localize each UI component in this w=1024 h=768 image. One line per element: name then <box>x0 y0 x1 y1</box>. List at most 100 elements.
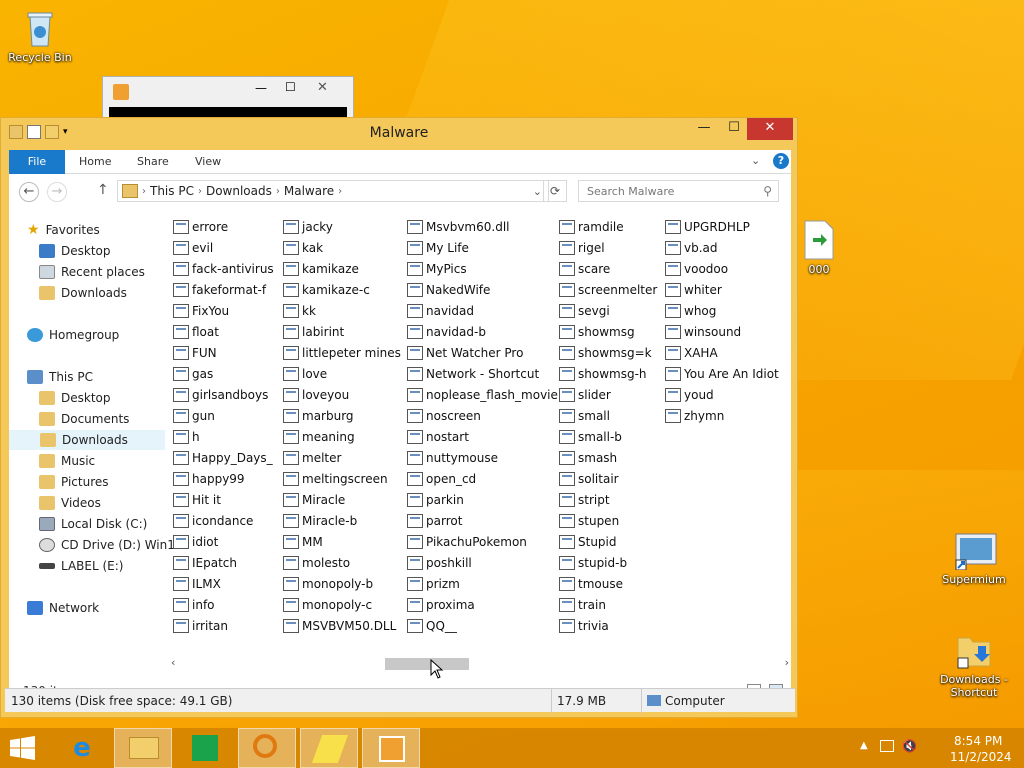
file-item[interactable]: vb.ad <box>665 237 779 258</box>
maximize-button[interactable]: ☐ <box>719 118 749 140</box>
file-item[interactable]: marburg <box>283 405 401 426</box>
nav-documents[interactable]: Documents <box>39 409 129 429</box>
nav-music[interactable]: Music <box>39 451 95 471</box>
file-item[interactable]: train <box>559 594 657 615</box>
file-item[interactable]: parrot <box>407 510 558 531</box>
file-item[interactable]: voodoo <box>665 258 779 279</box>
nav-downloads[interactable]: Downloads <box>39 283 127 303</box>
file-item[interactable]: QQ__ <box>407 615 558 636</box>
file-item[interactable]: evil <box>173 237 274 258</box>
file-item[interactable]: fakeformat-f <box>173 279 274 300</box>
show-hidden-icons-chevron[interactable]: ▲ <box>860 740 868 751</box>
file-item[interactable]: prizm <box>407 573 558 594</box>
taskbar-magnifier[interactable] <box>238 728 296 768</box>
file-item[interactable]: UPGRDHLP <box>665 216 779 237</box>
file-item[interactable]: small <box>559 405 657 426</box>
file-item[interactable]: whiter <box>665 279 779 300</box>
file-item[interactable]: open_cd <box>407 468 558 489</box>
file-item[interactable]: MM <box>283 531 401 552</box>
volume-muted-icon[interactable]: 🔇 <box>902 739 917 753</box>
file-item[interactable]: melter <box>283 447 401 468</box>
tab-home[interactable]: Home <box>67 150 123 174</box>
horizontal-scrollbar[interactable]: ‹ › <box>169 656 791 670</box>
file-item[interactable]: h <box>173 426 274 447</box>
breadcrumb-this-pc[interactable]: This PC <box>146 184 198 198</box>
file-item[interactable]: irritan <box>173 615 274 636</box>
start-button[interactable] <box>0 728 46 768</box>
breadcrumb-malware[interactable]: Malware <box>280 184 338 198</box>
nav-homegroup[interactable]: Homegroup <box>27 325 119 345</box>
file-item[interactable]: labirint <box>283 321 401 342</box>
help-icon[interactable]: ? <box>773 153 789 169</box>
address-bar[interactable]: › This PC › Downloads › Malware › ⌄ <box>117 180 549 202</box>
file-item[interactable]: rigel <box>559 237 657 258</box>
tab-share[interactable]: Share <box>125 150 181 174</box>
file-item[interactable]: XAHA <box>665 342 779 363</box>
file-item[interactable]: loveyou <box>283 384 401 405</box>
file-item[interactable]: showmsg <box>559 321 657 342</box>
file-item[interactable]: fack-antivirus <box>173 258 274 279</box>
file-item[interactable]: Stupid <box>559 531 657 552</box>
file-item[interactable]: solitair <box>559 468 657 489</box>
close-button[interactable]: ✕ <box>747 118 793 140</box>
file-item[interactable]: love <box>283 363 401 384</box>
breadcrumb-downloads[interactable]: Downloads <box>202 184 276 198</box>
tab-file[interactable]: File <box>9 150 65 174</box>
file-item[interactable]: tmouse <box>559 573 657 594</box>
file-item[interactable]: gas <box>173 363 274 384</box>
file-item[interactable]: showmsg-h <box>559 363 657 384</box>
file-item[interactable]: errore <box>173 216 274 237</box>
file-item[interactable]: IEpatch <box>173 552 274 573</box>
file-item[interactable]: monopoly-b <box>283 573 401 594</box>
file-item[interactable]: You Are An Idiot <box>665 363 779 384</box>
close-icon[interactable]: ✕ <box>317 80 328 95</box>
file-item[interactable]: winsound <box>665 321 779 342</box>
file-item[interactable]: ILMX <box>173 573 274 594</box>
downloads-shortcut[interactable]: Downloads - Shortcut <box>934 630 1014 699</box>
clock-date[interactable]: 11/2/2024 <box>950 750 1012 764</box>
taskbar-internet-explorer[interactable]: e <box>52 728 110 768</box>
file-item[interactable]: kk <box>283 300 401 321</box>
file-item[interactable]: stupen <box>559 510 657 531</box>
file-item[interactable]: Miracle <box>283 489 401 510</box>
file-item[interactable]: poshkill <box>407 552 558 573</box>
file-item[interactable]: slider <box>559 384 657 405</box>
minimize-icon[interactable]: — <box>255 81 267 95</box>
background-window[interactable]: — ☐ ✕ <box>102 76 354 122</box>
file-item[interactable]: NakedWife <box>407 279 558 300</box>
file-item[interactable]: showmsg=k <box>559 342 657 363</box>
file-item[interactable]: Miracle-b <box>283 510 401 531</box>
file-item[interactable]: nostart <box>407 426 558 447</box>
file-item[interactable]: jacky <box>283 216 401 237</box>
file-item[interactable]: smash <box>559 447 657 468</box>
file-item[interactable]: sevgi <box>559 300 657 321</box>
nav-cd-drive[interactable]: CD Drive (D:) Win10 <box>39 535 183 555</box>
file-item[interactable]: FUN <box>173 342 274 363</box>
taskbar-media-player[interactable] <box>362 728 420 768</box>
nav-pc-desktop[interactable]: Desktop <box>39 388 111 408</box>
taskbar-app-pencil[interactable] <box>300 728 358 768</box>
file-item[interactable]: idiot <box>173 531 274 552</box>
back-button[interactable]: ← <box>19 182 39 202</box>
refresh-button[interactable]: ⟳ <box>543 180 567 202</box>
file-item[interactable]: Happy_Days_ <box>173 447 274 468</box>
file-item[interactable]: kak <box>283 237 401 258</box>
file-item[interactable]: FixYou <box>173 300 274 321</box>
nav-pictures[interactable]: Pictures <box>39 472 109 492</box>
file-item[interactable]: Msvbvm60.dll <box>407 216 558 237</box>
clock-time[interactable]: 8:54 PM <box>954 734 1002 748</box>
tab-view[interactable]: View <box>183 150 233 174</box>
file-item[interactable]: parkin <box>407 489 558 510</box>
nav-desktop[interactable]: Desktop <box>39 241 111 261</box>
nav-favorites[interactable]: ★ Favorites <box>27 220 100 240</box>
supermium-shortcut[interactable]: Supermium <box>934 530 1014 586</box>
file-item[interactable]: float <box>173 321 274 342</box>
file-item[interactable]: zhymn <box>665 405 779 426</box>
file-item[interactable]: navidad <box>407 300 558 321</box>
address-dropdown-icon[interactable]: ⌄ <box>533 185 542 198</box>
file-item[interactable]: youd <box>665 384 779 405</box>
nav-videos[interactable]: Videos <box>39 493 101 513</box>
file-item[interactable]: monopoly-c <box>283 594 401 615</box>
file-item[interactable]: scare <box>559 258 657 279</box>
file-item[interactable]: nuttymouse <box>407 447 558 468</box>
